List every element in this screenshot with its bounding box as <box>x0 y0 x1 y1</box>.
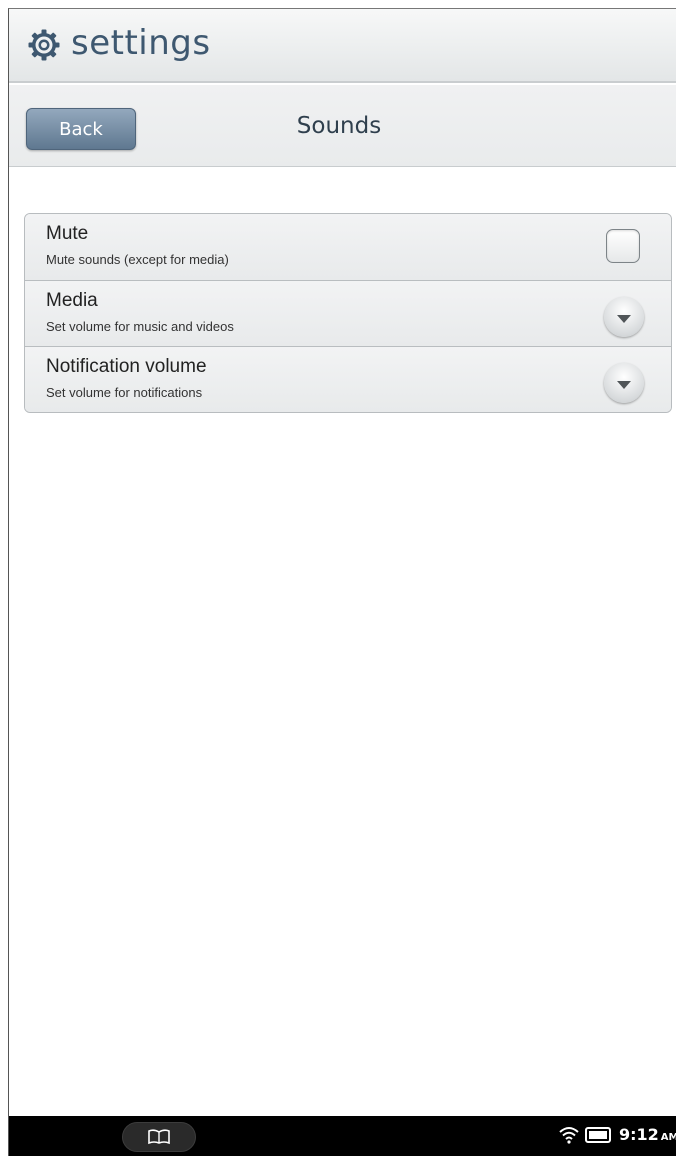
notification-volume-dropdown-button[interactable] <box>604 363 644 403</box>
mute-subtitle: Mute sounds (except for media) <box>46 252 229 267</box>
gear-icon <box>28 29 60 61</box>
notification-volume-row[interactable]: Notification volume Set volume for notif… <box>25 346 671 412</box>
media-title: Media <box>46 290 98 311</box>
clock-ampm: AM <box>660 1132 676 1143</box>
media-dropdown-button[interactable] <box>604 297 644 337</box>
chevron-down-icon <box>617 380 631 389</box>
media-subtitle: Set volume for music and videos <box>46 319 234 334</box>
mute-row[interactable]: Mute Mute sounds (except for media) <box>25 214 671 280</box>
notification-volume-title: Notification volume <box>46 356 207 377</box>
book-icon <box>148 1129 170 1145</box>
settings-screen: settings Sounds Back Mute Mute sounds (e… <box>8 8 676 1156</box>
status-bar: 9:12AM <box>9 1116 676 1156</box>
status-clock: 9:12AM <box>619 1125 676 1144</box>
battery-icon <box>585 1127 611 1143</box>
notification-volume-subtitle: Set volume for notifications <box>46 385 203 400</box>
wifi-icon <box>559 1127 579 1144</box>
app-title-bar: settings <box>9 9 676 83</box>
app-title: settings <box>71 23 211 63</box>
nav-bar: Sounds Back <box>9 85 676 167</box>
media-row[interactable]: Media Set volume for music and videos <box>25 280 671 346</box>
back-button[interactable]: Back <box>26 108 136 150</box>
mute-title: Mute <box>46 223 89 244</box>
sound-settings-list: Mute Mute sounds (except for media) Medi… <box>24 213 672 413</box>
library-button[interactable] <box>122 1122 196 1152</box>
clock-time: 9:12 <box>619 1125 659 1144</box>
mute-checkbox[interactable] <box>606 229 640 263</box>
chevron-down-icon <box>617 314 631 323</box>
